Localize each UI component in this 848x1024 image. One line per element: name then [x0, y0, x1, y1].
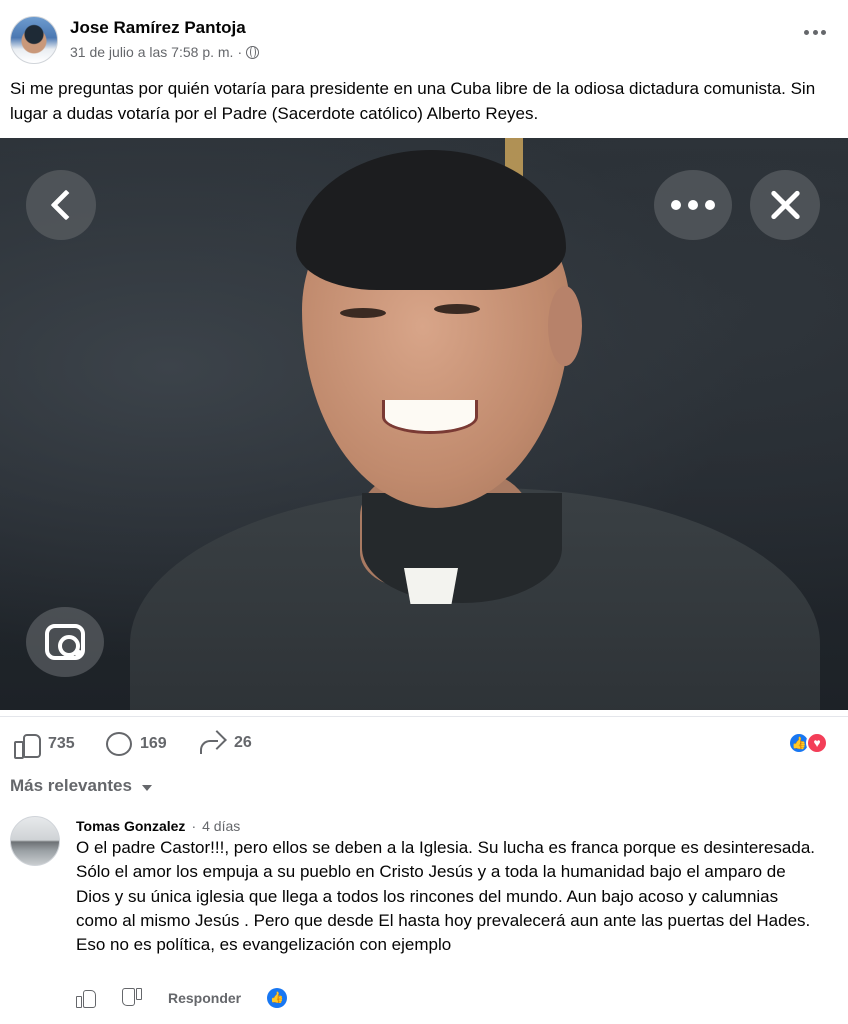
commenter-name[interactable]: Tomas Gonzalez: [76, 818, 185, 834]
share-button[interactable]: 26: [198, 732, 252, 754]
divider: [0, 716, 848, 717]
options-icon: [671, 200, 715, 210]
comment-button[interactable]: 169: [106, 732, 167, 756]
post-timestamp[interactable]: 31 de julio a las 7:58 p. m.: [70, 44, 233, 60]
comment-icon: [106, 732, 132, 756]
post-photo[interactable]: [0, 138, 848, 710]
visual-search-button[interactable]: [26, 607, 104, 677]
post-meta: 31 de julio a las 7:58 p. m. ·: [70, 44, 260, 60]
reply-button[interactable]: Responder: [168, 990, 241, 1006]
comment-text: O el padre Castor!!!, pero ellos se debe…: [76, 838, 816, 955]
comment-count: 169: [140, 735, 167, 752]
commenter-avatar[interactable]: [10, 816, 60, 866]
hair: [296, 150, 566, 290]
left-eye: [340, 308, 386, 318]
post-actions: 735 169 26 👍 ♥: [0, 720, 848, 766]
caret-down-icon: [141, 784, 152, 791]
lens-icon: [45, 624, 85, 660]
author-avatar[interactable]: [10, 16, 58, 64]
white-collar-tab: [404, 568, 458, 604]
comment-reaction-icon: 👍: [267, 988, 288, 1008]
clerical-collar: [362, 493, 562, 603]
comment-like-icon[interactable]: [76, 988, 96, 1008]
comment-actions: Responder 👍: [76, 988, 288, 1008]
like-icon: [14, 732, 41, 759]
meta-separator: ·: [237, 44, 243, 60]
right-eye: [434, 304, 480, 314]
close-icon: [768, 188, 802, 222]
sort-label: Más relevantes: [10, 776, 132, 795]
more-options-icon[interactable]: [804, 30, 826, 38]
comment-separator: ·: [191, 818, 197, 834]
post-text: Si me preguntas por quién votaría para p…: [10, 79, 816, 123]
post-header: Jose Ramírez Pantoja 31 de julio a las 7…: [0, 0, 848, 70]
comment-sort-dropdown[interactable]: Más relevantes: [10, 776, 152, 796]
comment-time[interactable]: 4 días: [202, 818, 240, 834]
comment-dislike-icon[interactable]: [122, 988, 142, 1008]
like-button[interactable]: 735: [14, 732, 75, 759]
smile: [382, 400, 478, 434]
comment-header: Tomas Gonzalez · 4 días: [76, 818, 240, 834]
share-count: 26: [234, 734, 252, 751]
back-icon: [50, 189, 82, 221]
globe-icon: [246, 45, 260, 59]
ear: [548, 286, 582, 366]
photo-options-button[interactable]: [654, 170, 732, 240]
back-button[interactable]: [26, 170, 96, 240]
close-button[interactable]: [750, 170, 820, 240]
reactions-summary[interactable]: 👍 ♥: [788, 732, 834, 754]
like-count: 735: [48, 735, 75, 752]
love-reaction-icon: ♥: [806, 732, 828, 754]
share-icon: [198, 732, 226, 754]
author-name[interactable]: Jose Ramírez Pantoja: [70, 18, 246, 38]
